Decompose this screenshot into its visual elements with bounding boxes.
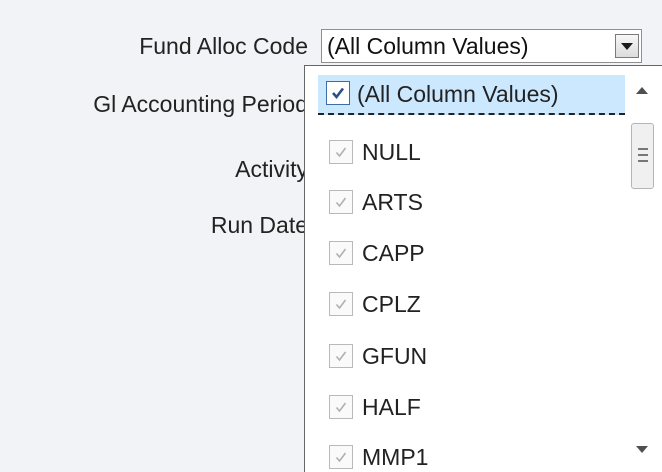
item-checkbox[interactable] bbox=[329, 140, 353, 164]
list-item[interactable]: MMP1 bbox=[322, 437, 627, 472]
list-item[interactable]: GFUN bbox=[322, 336, 627, 380]
checkmark-icon bbox=[335, 452, 347, 463]
item-label: HALF bbox=[362, 394, 421, 420]
item-label: CPLZ bbox=[362, 291, 421, 317]
fund-alloc-code-combobox[interactable]: (All Column Values) bbox=[321, 29, 642, 63]
item-label: ARTS bbox=[362, 189, 423, 215]
list-item[interactable]: HALF bbox=[322, 387, 627, 431]
checkmark-icon bbox=[335, 147, 347, 158]
checkmark-icon bbox=[335, 248, 347, 259]
checkmark-icon bbox=[335, 197, 347, 208]
dropdown-scrollbar[interactable] bbox=[626, 66, 662, 472]
item-checkbox[interactable] bbox=[326, 81, 350, 105]
fund-alloc-code-label: Fund Alloc Code bbox=[139, 33, 308, 59]
combobox-value: (All Column Values) bbox=[327, 33, 529, 59]
item-checkbox[interactable] bbox=[329, 395, 353, 419]
list-item[interactable]: CPLZ bbox=[322, 284, 627, 328]
scroll-up-arrow-icon[interactable] bbox=[636, 86, 648, 94]
checkmark-icon bbox=[335, 299, 347, 310]
item-checkbox[interactable] bbox=[329, 241, 353, 265]
item-checkbox[interactable] bbox=[329, 190, 353, 214]
scrollbar-grip-icon bbox=[638, 160, 648, 162]
scrollbar-thumb[interactable] bbox=[631, 123, 654, 189]
checkmark-icon bbox=[332, 87, 345, 100]
item-checkbox[interactable] bbox=[329, 344, 353, 368]
item-label: NULL bbox=[362, 139, 421, 165]
run-date-label: Run Date bbox=[210, 212, 308, 238]
list-item[interactable]: NULL bbox=[322, 132, 627, 176]
checkmark-icon bbox=[335, 402, 347, 413]
item-label: MMP1 bbox=[362, 444, 429, 470]
checkmark-icon bbox=[335, 351, 347, 362]
activity-label: Activity bbox=[235, 156, 308, 182]
item-checkbox[interactable] bbox=[329, 292, 353, 316]
item-label: GFUN bbox=[362, 343, 428, 369]
scroll-down-arrow-icon[interactable] bbox=[636, 446, 648, 454]
fund-alloc-code-dropdown-list[interactable]: (All Column Values) NULL ARTS CAPP CPLZ … bbox=[304, 65, 662, 472]
item-label: CAPP bbox=[362, 240, 425, 266]
item-label: (All Column Values) bbox=[357, 81, 559, 107]
item-checkbox[interactable] bbox=[329, 445, 353, 469]
list-item[interactable]: ARTS bbox=[322, 182, 627, 226]
dropdown-toggle-button[interactable] bbox=[615, 34, 639, 58]
scrollbar-grip-icon bbox=[638, 154, 648, 156]
list-item[interactable]: CAPP bbox=[322, 233, 627, 277]
scrollbar-grip-icon bbox=[638, 148, 648, 150]
list-item-all-column-values[interactable]: (All Column Values) bbox=[318, 75, 625, 115]
gl-accounting-period-label: Gl Accounting Period bbox=[93, 91, 308, 117]
chevron-down-icon bbox=[621, 43, 633, 50]
